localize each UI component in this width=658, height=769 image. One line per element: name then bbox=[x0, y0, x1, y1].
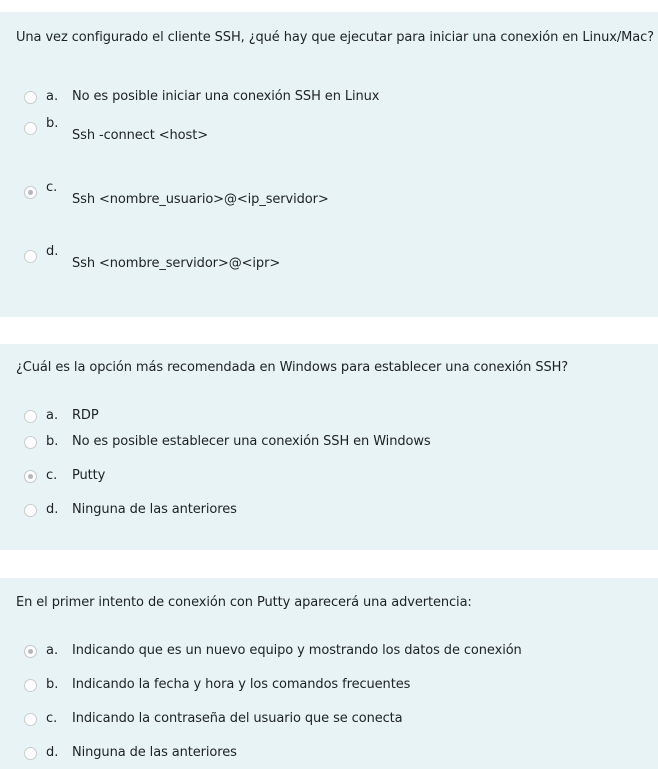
radio-button[interactable] bbox=[24, 679, 37, 692]
option-text: Indicando que es un nuevo equipo y mostr… bbox=[72, 643, 522, 658]
answer-option-d[interactable]: d. Ssh <nombre_servidor>@<ipr> bbox=[0, 244, 658, 271]
option-text: Ninguna de las anteriores bbox=[72, 502, 237, 517]
answer-option-a[interactable]: a. Indicando que es un nuevo equipo y mo… bbox=[0, 641, 658, 665]
radio-button-selected[interactable] bbox=[24, 645, 37, 658]
question-card-3: En el primer intento de conexión con Put… bbox=[0, 578, 658, 769]
radio-button[interactable] bbox=[24, 250, 37, 263]
option-letter: b. bbox=[46, 434, 59, 449]
option-letter: a. bbox=[46, 643, 59, 658]
answer-option-c[interactable]: c. Indicando la contraseña del usuario q… bbox=[0, 709, 658, 733]
option-text: Indicando la fecha y hora y los comandos… bbox=[72, 677, 411, 692]
option-letter: d. bbox=[46, 745, 59, 760]
answer-option-b[interactable]: b. Ssh -connect <host> bbox=[0, 116, 658, 143]
option-text: Putty bbox=[72, 468, 106, 483]
radio-button[interactable] bbox=[24, 713, 37, 726]
answer-option-b[interactable]: b. Indicando la fecha y hora y los coman… bbox=[0, 675, 658, 699]
option-letter: b. bbox=[46, 677, 59, 692]
radio-button[interactable] bbox=[24, 91, 37, 104]
option-text: Indicando la contraseña del usuario que … bbox=[72, 711, 403, 726]
option-letter: c. bbox=[46, 180, 58, 195]
option-letter: b. bbox=[46, 116, 59, 131]
radio-button[interactable] bbox=[24, 122, 37, 135]
option-letter: a. bbox=[46, 408, 59, 423]
option-text: RDP bbox=[72, 408, 99, 423]
option-letter: a. bbox=[46, 89, 59, 104]
question-text: ¿Cuál es la opción más recomendada en Wi… bbox=[16, 360, 569, 375]
radio-button[interactable] bbox=[24, 436, 37, 449]
question-card-1: Una vez configurado el cliente SSH, ¿qué… bbox=[0, 12, 658, 317]
question-text: Una vez configurado el cliente SSH, ¿qué… bbox=[16, 30, 654, 45]
option-letter: d. bbox=[46, 244, 59, 259]
option-text: Ssh -connect <host> bbox=[72, 128, 208, 143]
option-text: No es posible establecer una conexión SS… bbox=[72, 434, 431, 449]
answer-option-b[interactable]: b. No es posible establecer una conexión… bbox=[0, 432, 658, 456]
answer-option-c[interactable]: c. Putty bbox=[0, 466, 658, 490]
question-card-2: ¿Cuál es la opción más recomendada en Wi… bbox=[0, 344, 658, 550]
option-text: Ssh <nombre_usuario>@<ip_servidor> bbox=[72, 192, 329, 207]
option-text: No es posible iniciar una conexión SSH e… bbox=[72, 89, 380, 104]
answer-option-a[interactable]: a. No es posible iniciar una conexión SS… bbox=[0, 87, 658, 111]
option-letter: c. bbox=[46, 468, 58, 483]
answer-option-a[interactable]: a. RDP bbox=[0, 406, 658, 430]
question-text: En el primer intento de conexión con Put… bbox=[16, 595, 472, 610]
option-letter: d. bbox=[46, 502, 59, 517]
answer-option-c[interactable]: c. Ssh <nombre_usuario>@<ip_servidor> bbox=[0, 180, 658, 207]
option-text: Ninguna de las anteriores bbox=[72, 745, 237, 760]
answer-option-d[interactable]: d. Ninguna de las anteriores bbox=[0, 500, 658, 524]
radio-button-selected[interactable] bbox=[24, 470, 37, 483]
option-letter: c. bbox=[46, 711, 58, 726]
radio-button-selected[interactable] bbox=[24, 186, 37, 199]
option-text: Ssh <nombre_servidor>@<ipr> bbox=[72, 256, 281, 271]
radio-button[interactable] bbox=[24, 410, 37, 423]
radio-button[interactable] bbox=[24, 504, 37, 517]
answer-option-d[interactable]: d. Ninguna de las anteriores bbox=[0, 743, 658, 767]
radio-button[interactable] bbox=[24, 747, 37, 760]
